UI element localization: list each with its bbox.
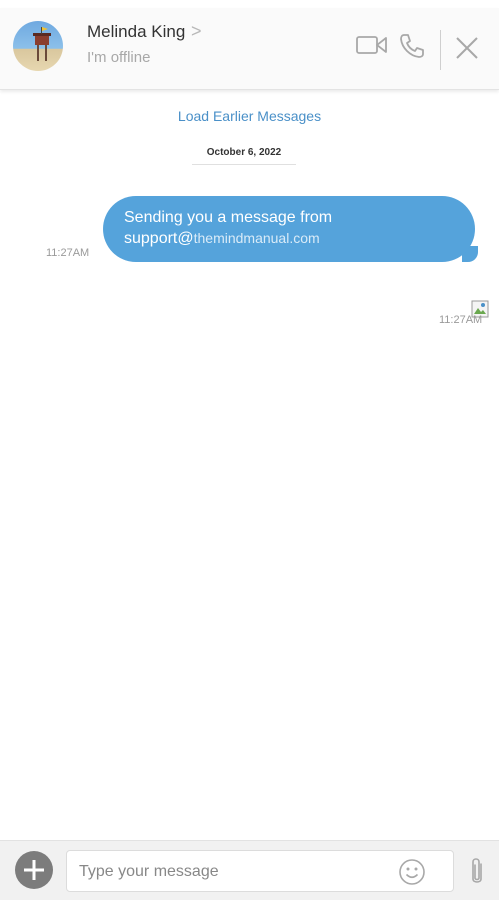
chevron-right-icon[interactable]: > [191, 21, 202, 42]
video-icon[interactable] [356, 34, 388, 61]
message-input[interactable] [79, 860, 379, 884]
close-icon[interactable] [455, 36, 479, 65]
add-icon[interactable] [15, 851, 53, 889]
message-timestamp: 11:27AM [439, 314, 483, 326]
date-separator: October 6, 2022 [192, 147, 296, 165]
email-user: support@ [124, 230, 194, 247]
paperclip-icon[interactable] [467, 856, 487, 893]
chat-header: Melinda King > I'm offline [0, 8, 499, 90]
load-earlier-messages-link[interactable]: Load Earlier Messages [0, 108, 499, 124]
emoji-icon[interactable] [398, 858, 426, 891]
contact-name[interactable]: Melinda King [87, 22, 185, 42]
contact-avatar[interactable] [13, 21, 63, 71]
contact-status: I'm offline [87, 49, 151, 66]
composer-bar [0, 840, 499, 900]
message-timestamp: 11:27AM [46, 247, 90, 259]
phone-icon[interactable] [398, 32, 426, 65]
message-text: Sending you a message from [124, 209, 333, 226]
message-bubble[interactable]: Sending you a message from support@themi… [103, 196, 475, 262]
header-divider [440, 30, 441, 70]
message-input-box[interactable] [66, 850, 454, 892]
email-domain: themindmanual.com [193, 230, 320, 246]
message-email: support@themindmanual.com [124, 228, 455, 249]
